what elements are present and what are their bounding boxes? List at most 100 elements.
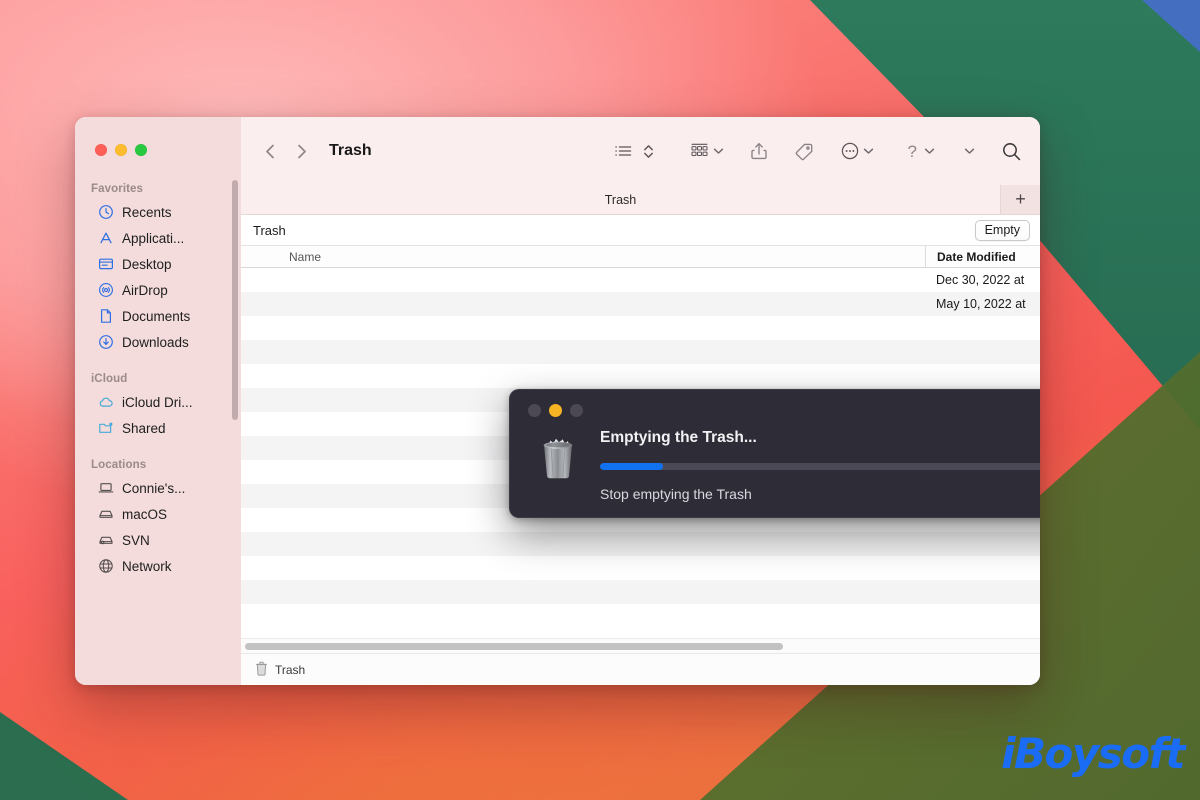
forward-button[interactable] <box>294 142 309 161</box>
download-icon <box>97 334 114 351</box>
navigation-arrows <box>263 142 309 161</box>
sidebar-item-recents[interactable]: Recents <box>81 199 235 225</box>
horizontal-scrollbar-thumb[interactable] <box>245 642 783 650</box>
list-view-icon[interactable] <box>614 143 633 159</box>
search-icon[interactable] <box>1001 141 1022 162</box>
group-by-control <box>689 142 724 160</box>
trash-full-icon <box>532 427 584 502</box>
sidebar-item-shared[interactable]: Shared <box>81 415 235 441</box>
column-header-name[interactable]: Name <box>241 250 925 264</box>
sidebar-item-svn-disk[interactable]: SVN <box>81 527 235 553</box>
sidebar-item-icloud-drive[interactable]: iCloud Dri... <box>81 389 235 415</box>
harddisk-icon <box>97 506 114 523</box>
table-row[interactable] <box>241 580 1040 604</box>
sidebar-item-airdrop[interactable]: AirDrop <box>81 277 235 303</box>
dialog-traffic-lights <box>510 390 1040 417</box>
laptop-icon <box>97 480 114 497</box>
sidebar-item-label: Shared <box>122 420 166 436</box>
sidebar-scrollbar[interactable] <box>232 180 238 420</box>
tag-icon[interactable] <box>794 142 814 161</box>
table-row[interactable] <box>241 532 1040 556</box>
clock-icon <box>97 204 114 221</box>
sidebar-item-label: Documents <box>122 308 191 324</box>
dialog-maximize-button[interactable] <box>570 404 583 417</box>
minimize-window-button[interactable] <box>115 144 127 156</box>
chevron-down-icon[interactable] <box>713 142 724 160</box>
more-ellipsis-icon[interactable] <box>840 141 860 161</box>
sort-updown-icon[interactable] <box>642 143 655 160</box>
table-row[interactable] <box>241 364 1040 388</box>
finder-sidebar: Favorites Recents Applicati... Desktop A… <box>75 117 241 685</box>
tab-bar: Trash + <box>241 185 1040 215</box>
table-row[interactable] <box>241 556 1040 580</box>
tab-label: Trash <box>604 192 637 207</box>
table-row[interactable] <box>241 604 1040 628</box>
status-bar: Trash <box>241 653 1040 685</box>
iboysoft-watermark: iBoysoft <box>1001 729 1185 778</box>
overflow-chevron-down-icon[interactable] <box>964 142 975 160</box>
cloud-icon <box>97 394 114 411</box>
trash-header-bar: Trash Empty <box>241 215 1040 245</box>
finder-main-pane: Trash ? Trash + Trash Empty Name Date Mo… <box>241 117 1040 685</box>
file-date-modified: May 10, 2022 at <box>936 297 1026 311</box>
horizontal-scrollbar[interactable] <box>241 638 1040 653</box>
chevron-down-icon[interactable] <box>863 142 874 160</box>
sidebar-section-favorites: Favorites <box>91 183 144 195</box>
sidebar-section-icloud: iCloud <box>91 373 128 385</box>
sidebar-item-label: SVN <box>122 532 150 548</box>
progress-bar <box>600 463 1040 470</box>
column-header-date-modified[interactable]: Date Modified <box>925 246 1040 267</box>
sidebar-item-label: Connie's... <box>122 480 186 496</box>
dialog-progress-row <box>600 458 1040 475</box>
sidebar-item-downloads[interactable]: Downloads <box>81 329 235 355</box>
sidebar-group-locations: Locations Connie's... macOS SVN Network <box>75 459 241 579</box>
sidebar-item-macos-disk[interactable]: macOS <box>81 501 235 527</box>
more-actions-control <box>840 141 874 161</box>
tab-trash[interactable]: Trash <box>241 185 1000 214</box>
file-date-modified: Dec 30, 2022 at <box>936 273 1025 287</box>
dialog-close-button[interactable] <box>528 404 541 417</box>
dialog-minimize-button[interactable] <box>549 404 562 417</box>
view-controls <box>614 143 655 160</box>
close-window-button[interactable] <box>95 144 107 156</box>
sidebar-item-label: Applicati... <box>122 230 185 246</box>
sidebar-item-desktop[interactable]: Desktop <box>81 251 235 277</box>
globe-icon <box>97 558 114 575</box>
window-traffic-lights <box>75 117 241 156</box>
chevron-down-icon[interactable] <box>924 142 935 160</box>
table-row[interactable]: Dec 30, 2022 at <box>241 268 1040 292</box>
desktop-icon <box>97 256 114 273</box>
trash-header-label: Trash <box>253 222 286 238</box>
finder-toolbar: Trash ? <box>241 117 1040 185</box>
help-question-icon[interactable]: ? <box>908 143 917 160</box>
maximize-window-button[interactable] <box>135 144 147 156</box>
table-row[interactable]: May 10, 2022 at <box>241 292 1040 316</box>
sidebar-item-connies-macbook[interactable]: Connie's... <box>81 475 235 501</box>
new-tab-button[interactable]: + <box>1000 185 1040 214</box>
finder-window: Favorites Recents Applicati... Desktop A… <box>75 117 1040 685</box>
status-bar-label: Trash <box>275 662 306 677</box>
table-row[interactable] <box>241 340 1040 364</box>
sidebar-item-documents[interactable]: Documents <box>81 303 235 329</box>
external-disk-icon <box>97 532 114 549</box>
share-icon[interactable] <box>750 141 768 161</box>
sidebar-item-label: macOS <box>122 506 168 522</box>
back-button[interactable] <box>263 142 278 161</box>
dialog-body: Emptying the Trash... Stop emptying the … <box>510 417 1040 502</box>
group-by-icon[interactable] <box>689 142 710 160</box>
table-row[interactable] <box>241 316 1040 340</box>
empty-trash-button[interactable]: Empty <box>974 219 1030 241</box>
sidebar-item-network[interactable]: Network <box>81 553 235 579</box>
progress-bar-fill <box>600 463 663 470</box>
app-store-icon <box>97 230 114 247</box>
dialog-subtitle: Stop emptying the Trash <box>600 486 752 502</box>
sidebar-group-favorites: Favorites Recents Applicati... Desktop A… <box>75 183 241 355</box>
sidebar-item-applications[interactable]: Applicati... <box>81 225 235 251</box>
airdrop-icon <box>97 282 114 299</box>
dialog-title: Emptying the Trash... <box>600 429 757 446</box>
sidebar-group-icloud: iCloud iCloud Dri... Shared <box>75 373 241 441</box>
emptying-trash-dialog: Emptying the Trash... Stop emptying the … <box>509 389 1040 518</box>
sidebar-item-label: Downloads <box>122 334 189 350</box>
sidebar-item-label: Desktop <box>122 256 172 272</box>
shared-folder-icon <box>97 420 114 437</box>
